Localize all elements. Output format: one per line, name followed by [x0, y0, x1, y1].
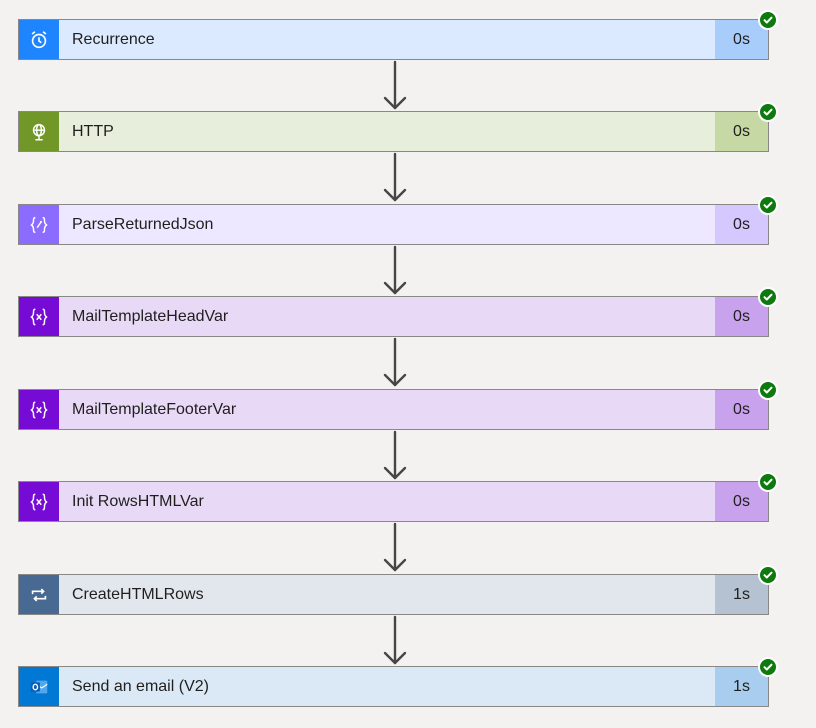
step-card-7[interactable]: CreateHTMLRows 1s — [18, 565, 778, 615]
success-check-icon — [758, 195, 778, 215]
success-check-icon — [758, 565, 778, 585]
step-card-3[interactable]: ParseReturnedJson 0s — [18, 195, 778, 245]
parse-json-icon — [19, 205, 59, 244]
step-title: Send an email (V2) — [72, 677, 209, 695]
arrow-down-icon — [382, 337, 408, 389]
success-check-icon — [758, 472, 778, 492]
arrow-down-icon — [382, 60, 408, 112]
success-check-icon — [758, 287, 778, 307]
step-title: Init RowsHTMLVar — [72, 492, 204, 510]
step-title: Recurrence — [72, 30, 155, 48]
step-card-4[interactable]: MailTemplateHeadVar 0s — [18, 287, 778, 337]
step-title: MailTemplateFooterVar — [72, 400, 237, 418]
step-title: CreateHTMLRows — [72, 585, 204, 603]
step-card-5[interactable]: MailTemplateFooterVar 0s — [18, 380, 778, 430]
step-card-2[interactable]: HTTP 0s — [18, 102, 778, 152]
arrow-down-icon — [382, 615, 408, 667]
step-title: MailTemplateHeadVar — [72, 307, 229, 325]
arrow-down-icon — [382, 245, 408, 297]
step-card-6[interactable]: Init RowsHTMLVar 0s — [18, 472, 778, 522]
success-check-icon — [758, 102, 778, 122]
arrow-down-icon — [382, 430, 408, 482]
globe-icon — [19, 112, 59, 151]
arrow-down-icon — [382, 152, 408, 204]
loop-icon — [19, 575, 59, 614]
variable-icon — [19, 482, 59, 521]
arrow-down-icon — [382, 522, 408, 574]
step-title: HTTP — [72, 122, 114, 140]
success-check-icon — [758, 10, 778, 30]
success-check-icon — [758, 657, 778, 677]
alarm-clock-icon — [19, 20, 59, 59]
variable-icon — [19, 390, 59, 429]
flow-canvas: Recurrence 0s HTTP 0s ParseReturnedJson 0s Mai… — [0, 0, 816, 728]
success-check-icon — [758, 380, 778, 400]
step-card-8[interactable]: Send an email (V2) 1s — [18, 657, 778, 707]
step-title: ParseReturnedJson — [72, 215, 214, 233]
step-card-1[interactable]: Recurrence 0s — [18, 10, 778, 60]
variable-icon — [19, 297, 59, 336]
outlook-icon — [19, 667, 59, 706]
